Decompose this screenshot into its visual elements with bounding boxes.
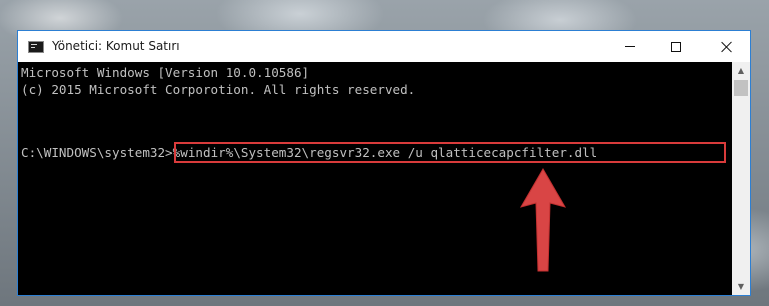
- command-highlight-box: [174, 142, 726, 163]
- console-line-copyright: (c) 2015 Microsoft Corporotion. All righ…: [21, 82, 416, 97]
- scroll-up-arrow-icon[interactable]: ▲: [732, 62, 750, 79]
- minimize-icon: [625, 46, 635, 47]
- minimize-button[interactable]: [607, 31, 653, 62]
- scroll-down-arrow-icon[interactable]: ▼: [732, 278, 750, 295]
- prompt-path: C:\WINDOWS\system32>: [21, 145, 173, 160]
- title-bar[interactable]: Yönetici: Komut Satırı: [18, 31, 750, 62]
- window-title: Yönetici: Komut Satırı: [52, 39, 180, 53]
- console-output[interactable]: Microsoft Windows [Version 10.0.10586] (…: [18, 62, 732, 295]
- red-arrow-up-icon: [519, 168, 567, 272]
- console-app-icon[interactable]: [28, 41, 44, 53]
- command-prompt-window: Yönetici: Komut Satırı Microsoft Windows…: [17, 30, 751, 296]
- maximize-icon: [671, 41, 681, 52]
- close-button[interactable]: [704, 31, 750, 62]
- vertical-scrollbar[interactable]: ▲ ▼: [732, 62, 750, 295]
- scroll-thumb[interactable]: [734, 80, 748, 96]
- console-line-version: Microsoft Windows [Version 10.0.10586]: [21, 65, 310, 80]
- maximize-button[interactable]: [653, 31, 699, 62]
- close-icon: [721, 41, 733, 53]
